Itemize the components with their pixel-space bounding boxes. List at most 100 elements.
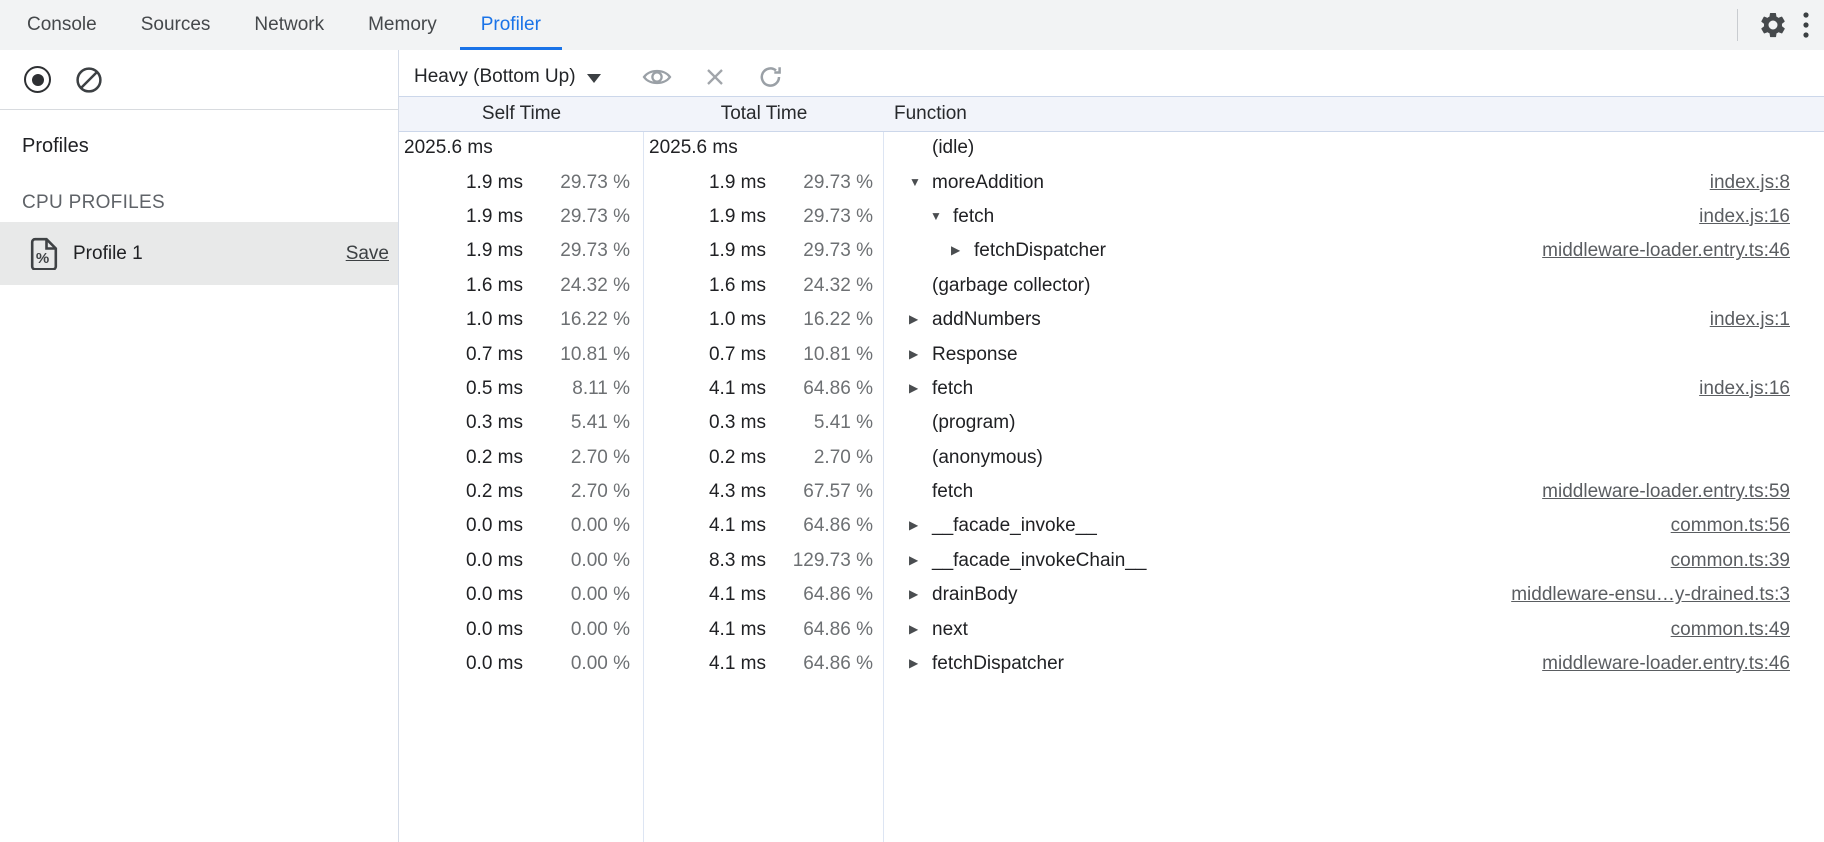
total-time-percent: 64.86 % [766, 584, 873, 606]
table-row[interactable]: 0.2 ms2.70 %4.3 ms67.57 %fetchmiddleware… [399, 475, 1824, 509]
source-link[interactable]: common.ts:49 [1651, 619, 1790, 641]
total-time-percent: 29.73 % [766, 206, 873, 228]
table-row[interactable]: 0.0 ms0.00 %8.3 ms129.73 %▶__facade_invo… [399, 544, 1824, 578]
table-row[interactable]: 0.3 ms5.41 %0.3 ms5.41 %(program) [399, 406, 1824, 440]
function-name: fetchDispatcher [974, 240, 1106, 262]
source-link[interactable]: middleware-ensu…y-drained.ts:3 [1491, 584, 1790, 606]
indent-spacer [884, 182, 909, 183]
table-row[interactable]: 1.9 ms29.73 %1.9 ms29.73 %▼fetchindex.js… [399, 200, 1824, 234]
total-time-ms: 1.9 ms [644, 240, 766, 262]
function-name: fetchDispatcher [932, 653, 1064, 675]
self-time-cell: 0.2 ms2.70 % [399, 481, 644, 503]
table-row[interactable]: 1.6 ms24.32 %1.6 ms24.32 %(garbage colle… [399, 269, 1824, 303]
tabbar-divider [1737, 9, 1738, 41]
clear-button[interactable] [75, 66, 103, 94]
source-link[interactable]: middleware-loader.entry.ts:59 [1522, 481, 1790, 503]
source-link[interactable]: index.js:16 [1679, 378, 1790, 400]
total-time-ms: 1.9 ms [644, 206, 766, 228]
restore-refresh-icon[interactable] [757, 63, 785, 91]
disclosure-triangle-icon[interactable]: ▶ [909, 312, 932, 326]
disclosure-triangle-icon[interactable]: ▶ [909, 622, 932, 636]
source-link[interactable]: index.js:16 [1679, 206, 1790, 228]
table-row[interactable]: 0.7 ms10.81 %0.7 ms10.81 %▶Response [399, 337, 1824, 371]
self-time-ms: 0.0 ms [399, 550, 523, 572]
record-button[interactable] [24, 66, 51, 93]
disclosure-triangle-icon[interactable]: ▶ [951, 243, 974, 257]
column-header-total-time[interactable]: Total Time [644, 103, 884, 125]
table-row[interactable]: 0.0 ms0.00 %4.1 ms64.86 %▶fetchDispatche… [399, 647, 1824, 681]
total-time-percent [771, 137, 878, 159]
tab-sources[interactable]: Sources [120, 0, 232, 50]
indent-spacer [884, 388, 909, 389]
disclosure-triangle-icon[interactable]: ▶ [909, 381, 932, 395]
total-time-percent: 10.81 % [766, 344, 873, 366]
table-row[interactable]: 0.0 ms0.00 %4.1 ms64.86 %▶drainBodymiddl… [399, 578, 1824, 612]
tab-memory[interactable]: Memory [347, 0, 458, 50]
total-time-cell: 4.1 ms64.86 % [644, 515, 884, 537]
settings-gear-icon[interactable] [1758, 10, 1788, 40]
profile-item[interactable]: % Profile 1 Save [0, 222, 398, 285]
self-time-cell: 0.0 ms0.00 % [399, 584, 644, 606]
tab-network[interactable]: Network [233, 0, 345, 50]
exclude-x-icon[interactable] [703, 65, 727, 89]
cpu-profiles-section-label: CPU PROFILES [22, 192, 398, 214]
self-time-ms: 0.2 ms [399, 447, 523, 469]
total-time-percent: 2.70 % [766, 447, 873, 469]
total-time-percent: 64.86 % [766, 378, 873, 400]
profile-view-toolbar: Heavy (Bottom Up) [399, 50, 1824, 96]
source-link[interactable]: middleware-loader.entry.ts:46 [1522, 240, 1790, 262]
indent-spacer [884, 526, 909, 527]
view-mode-select[interactable]: Heavy (Bottom Up) [414, 66, 601, 88]
sidebar-heading: Profiles [22, 135, 398, 158]
profiles-sidebar: Profiles CPU PROFILES % Profile 1 Save [0, 111, 398, 842]
self-time-ms: 0.0 ms [399, 619, 523, 641]
self-time-ms: 0.0 ms [399, 515, 523, 537]
table-row[interactable]: 2025.6 ms2025.6 ms(idle) [399, 131, 1824, 165]
tab-console[interactable]: Console [6, 0, 118, 50]
focus-eye-icon[interactable] [641, 65, 673, 89]
self-time-cell: 1.9 ms29.73 % [399, 240, 644, 262]
column-header-self-time[interactable]: Self Time [399, 103, 644, 125]
self-time-cell: 0.0 ms0.00 % [399, 619, 644, 641]
self-time-ms: 1.9 ms [399, 172, 523, 194]
function-name: (idle) [932, 137, 974, 159]
total-time-percent: 67.57 % [766, 481, 873, 503]
total-time-percent: 129.73 % [766, 550, 873, 572]
function-name: Response [932, 344, 1018, 366]
table-row[interactable]: 0.5 ms8.11 %4.1 ms64.86 %▶fetchindex.js:… [399, 372, 1824, 406]
self-time-cell: 1.9 ms29.73 % [399, 206, 644, 228]
self-time-ms: 0.0 ms [399, 653, 523, 675]
table-row[interactable]: 0.0 ms0.00 %4.1 ms64.86 %▶nextcommon.ts:… [399, 612, 1824, 646]
self-time-percent: 0.00 % [523, 515, 630, 537]
svg-text:%: % [36, 250, 49, 267]
source-link[interactable]: index.js:1 [1690, 309, 1790, 331]
disclosure-triangle-icon[interactable]: ▶ [909, 656, 932, 670]
dropdown-caret-icon [587, 74, 601, 83]
profile-document-icon: % [30, 237, 58, 270]
self-time-percent: 10.81 % [523, 344, 630, 366]
table-row[interactable]: 0.2 ms2.70 %0.2 ms2.70 %(anonymous) [399, 441, 1824, 475]
column-header-function[interactable]: Function [884, 103, 1824, 125]
panel-tabs: ConsoleSourcesNetworkMemoryProfiler [0, 0, 563, 50]
more-options-kebab-icon[interactable] [1802, 9, 1810, 41]
self-time-cell: 0.7 ms10.81 % [399, 344, 644, 366]
disclosure-triangle-icon[interactable]: ▶ [909, 518, 932, 532]
table-row[interactable]: 1.0 ms16.22 %1.0 ms16.22 %▶addNumbersind… [399, 303, 1824, 337]
table-row[interactable]: 1.9 ms29.73 %1.9 ms29.73 %▶fetchDispatch… [399, 234, 1824, 268]
disclosure-triangle-icon[interactable]: ▼ [909, 175, 932, 189]
disclosure-triangle-icon[interactable]: ▶ [909, 553, 932, 567]
devtools-tab-bar: ConsoleSourcesNetworkMemoryProfiler [0, 0, 1824, 51]
disclosure-triangle-icon[interactable]: ▶ [909, 587, 932, 601]
source-link[interactable]: common.ts:39 [1651, 550, 1790, 572]
source-link[interactable]: index.js:8 [1690, 172, 1790, 194]
disclosure-triangle-icon[interactable]: ▶ [909, 347, 932, 361]
table-row[interactable]: 0.0 ms0.00 %4.1 ms64.86 %▶__facade_invok… [399, 509, 1824, 543]
table-row[interactable]: 1.9 ms29.73 %1.9 ms29.73 %▼moreAdditioni… [399, 165, 1824, 199]
tab-profiler[interactable]: Profiler [460, 0, 562, 50]
self-time-percent: 29.73 % [523, 240, 630, 262]
save-link[interactable]: Save [346, 243, 389, 265]
source-link[interactable]: common.ts:56 [1651, 515, 1790, 537]
source-link[interactable]: middleware-loader.entry.ts:46 [1522, 653, 1790, 675]
disclosure-triangle-icon[interactable]: ▼ [930, 209, 953, 223]
total-time-ms: 4.1 ms [644, 515, 766, 537]
